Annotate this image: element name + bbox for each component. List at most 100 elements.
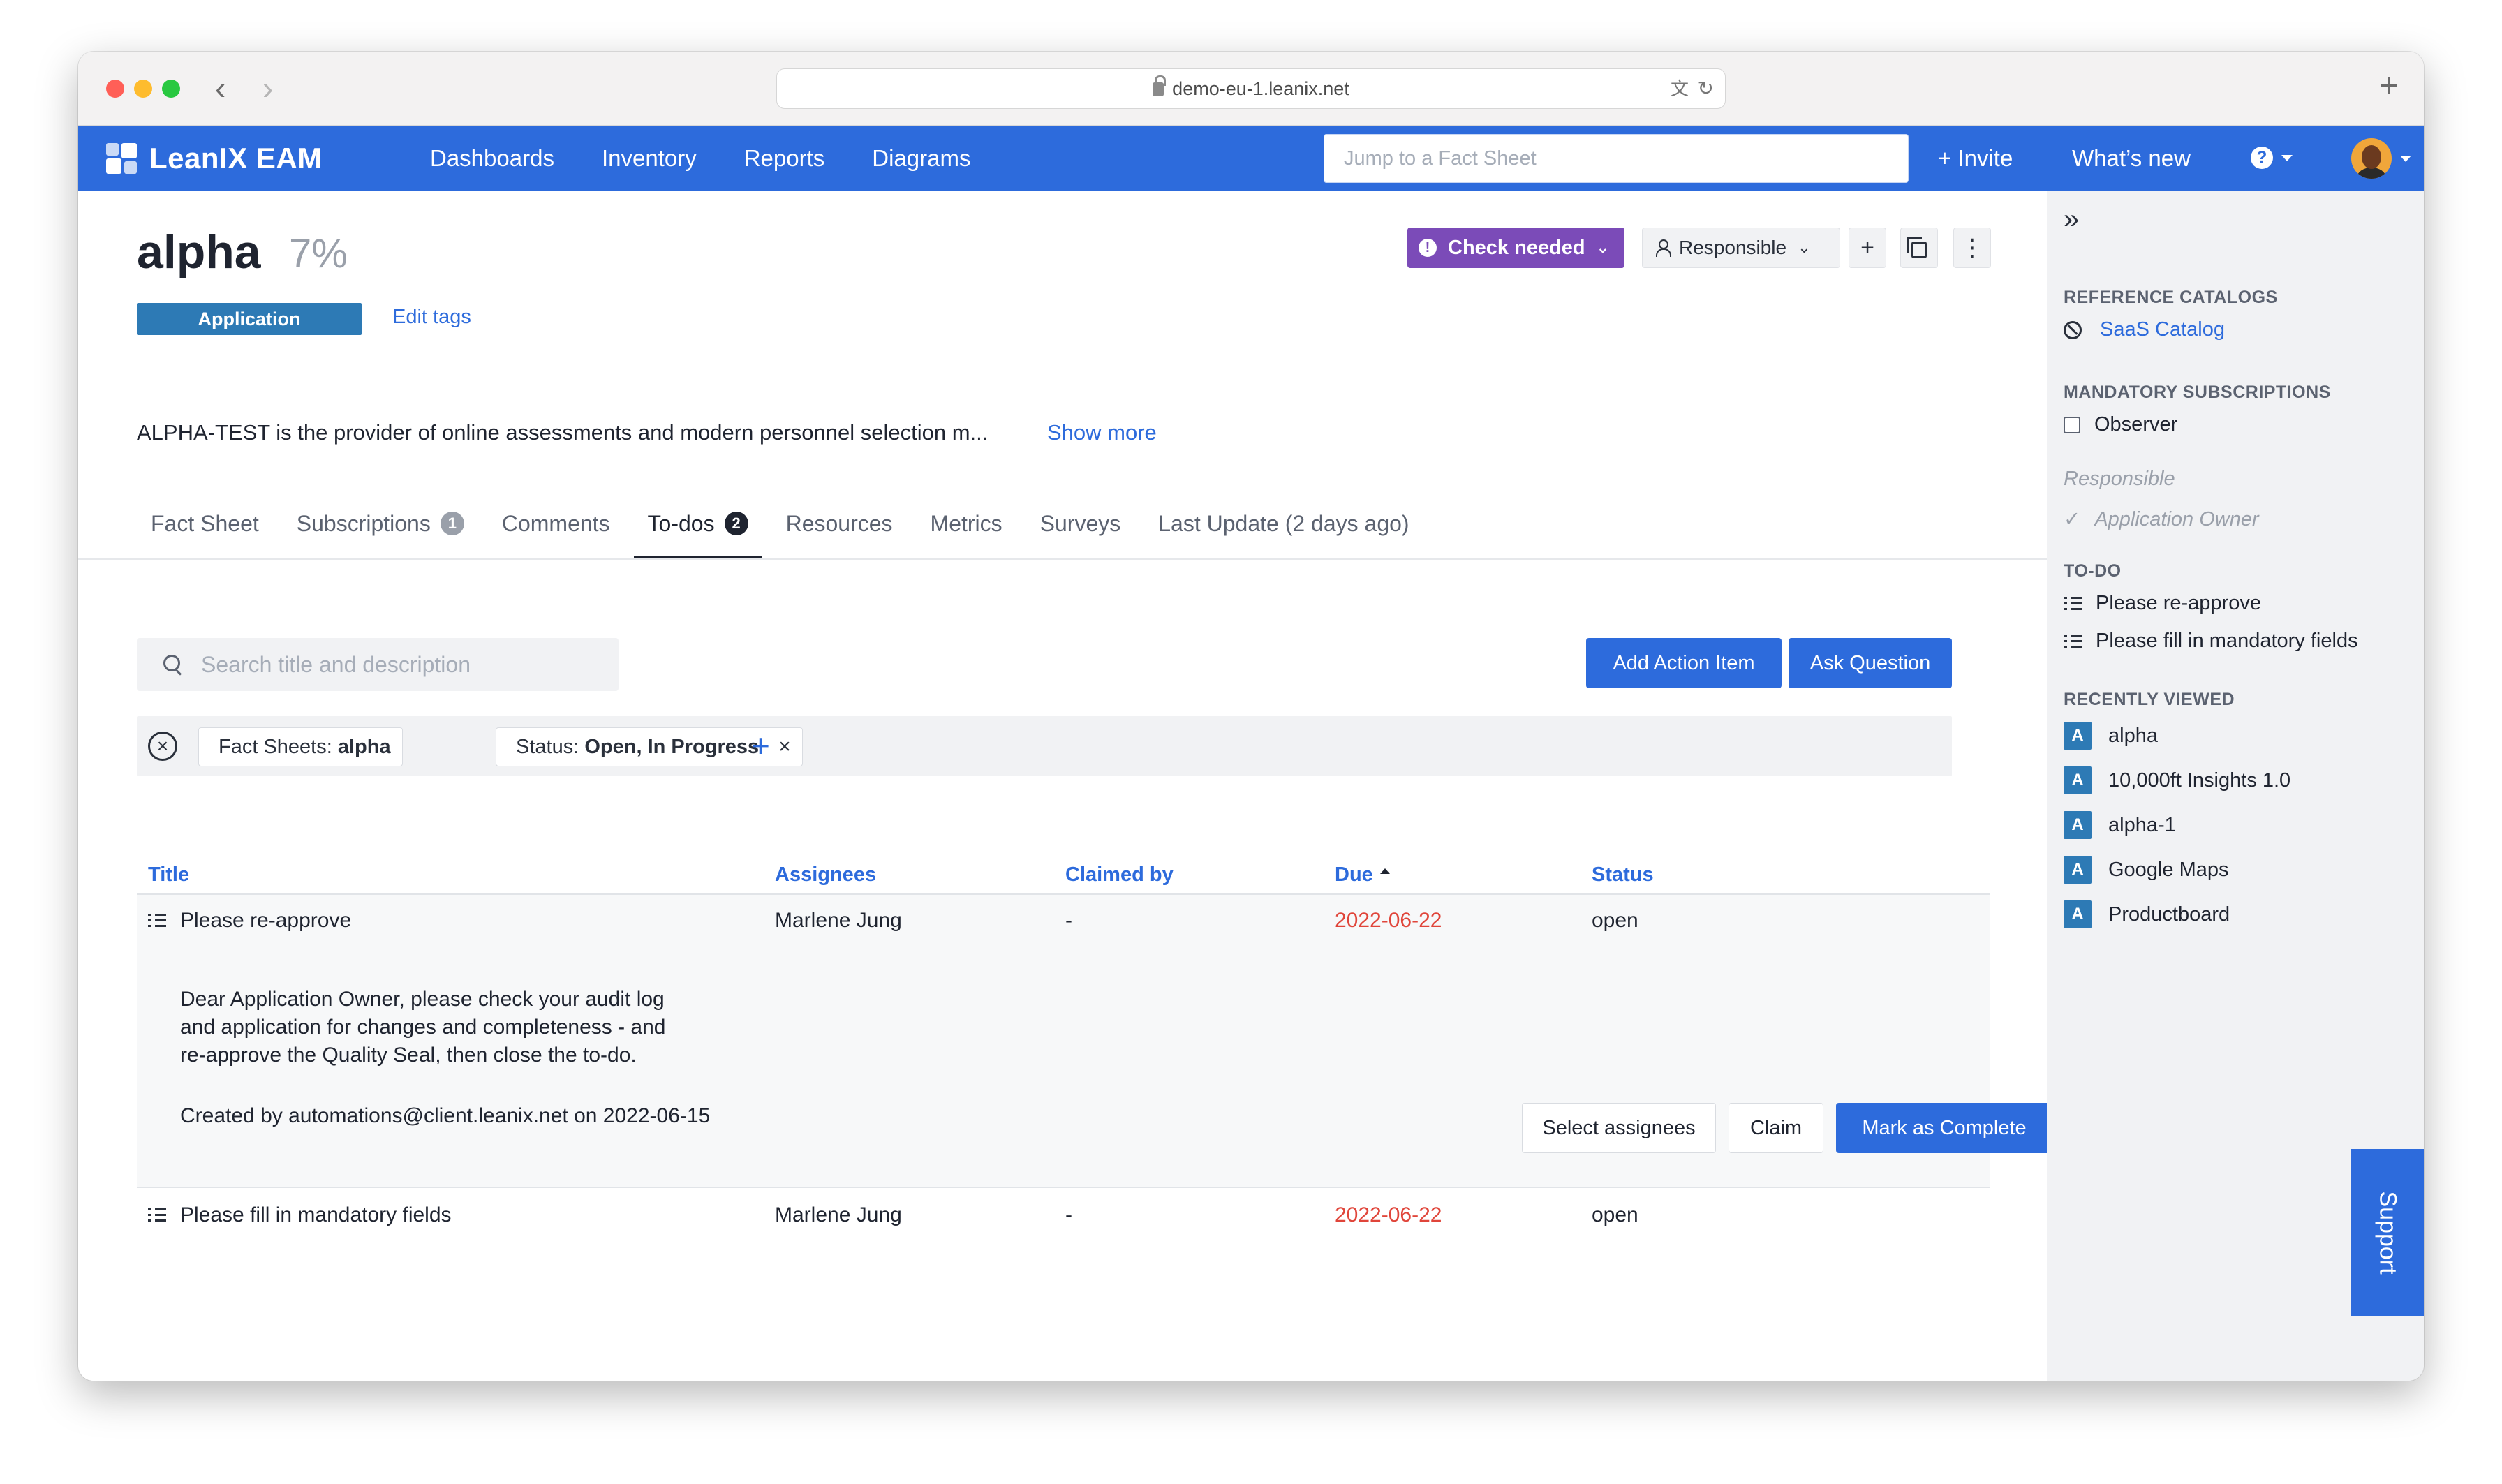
minimize-window-button[interactable] xyxy=(134,80,152,98)
support-button[interactable]: Support xyxy=(2351,1149,2424,1316)
tab-surveys[interactable]: Surveys xyxy=(1026,489,1135,558)
add-action-item-button[interactable]: Add Action Item xyxy=(1586,638,1782,688)
column-due[interactable]: Due xyxy=(1335,854,1390,895)
search-icon xyxy=(163,655,183,674)
saas-catalog-label: SaaS Catalog xyxy=(2100,318,2225,341)
claim-button[interactable]: Claim xyxy=(1729,1103,1823,1153)
tab-metrics[interactable]: Metrics xyxy=(917,489,1016,558)
nav-dashboards[interactable]: Dashboards xyxy=(430,145,554,172)
todo-search-input[interactable]: Search title and description xyxy=(137,638,619,691)
chevron-down-icon: ⌄ xyxy=(1596,239,1610,256)
todo-title[interactable]: Please re-approve xyxy=(148,909,351,933)
recent-item[interactable]: Aalpha-1 xyxy=(2064,811,2176,839)
checklist-icon xyxy=(2064,596,2082,611)
support-label: Support xyxy=(2374,1191,2401,1275)
logo-text: LeanIX EAM xyxy=(149,142,323,175)
tab-comments[interactable]: Comments xyxy=(488,489,624,558)
saas-catalog-link[interactable]: SaaS Catalog xyxy=(2064,318,2225,341)
edit-tags-link[interactable]: Edit tags xyxy=(392,306,471,329)
column-assignees[interactable]: Assignees xyxy=(775,854,876,895)
browser-toolbar: ‹ › demo-eu-1.leanix.net 文 ↻ + xyxy=(78,52,2424,126)
todo-assignees: Marlene Jung xyxy=(775,909,902,932)
application-owner-label: Application Owner xyxy=(2094,508,2259,530)
clear-filters-icon[interactable]: × xyxy=(148,732,177,761)
forward-arrow-icon[interactable]: › xyxy=(262,68,273,107)
todo-title[interactable]: Please fill in mandatory fields xyxy=(148,1203,452,1227)
sidebar-todo-label: Please re-approve xyxy=(2096,592,2261,614)
new-tab-icon[interactable]: + xyxy=(2379,67,2399,106)
url-text: demo-eu-1.leanix.net xyxy=(1172,78,1349,99)
nav-diagrams[interactable]: Diagrams xyxy=(872,145,970,172)
copy-button[interactable] xyxy=(1900,228,1938,268)
tab-label: Fact Sheet xyxy=(151,511,259,536)
recent-item[interactable]: A 10,000ft Insights 1.0 xyxy=(2064,766,2290,794)
tab-label: To-dos xyxy=(647,511,715,536)
table-header: Title Assignees Claimed by Due Status xyxy=(137,854,1990,895)
table-row[interactable]: Please fill in mandatory fields Marlene … xyxy=(137,1189,1990,1245)
todo-title-text: Please fill in mandatory fields xyxy=(180,1203,452,1226)
column-status[interactable]: Status xyxy=(1592,854,1654,895)
application-type-icon: A xyxy=(2064,900,2092,928)
show-more-link[interactable]: Show more xyxy=(1047,420,1157,445)
tab-label: Resources xyxy=(785,511,893,536)
tab-fact-sheet[interactable]: Fact Sheet xyxy=(137,489,273,558)
checkbox-icon[interactable] xyxy=(2064,416,2080,433)
todo-status: open xyxy=(1592,1203,1638,1226)
table-row[interactable]: Please re-approve Marlene Jung - 2022-06… xyxy=(137,895,2052,1188)
more-options-button[interactable]: ⋮ xyxy=(1953,228,1991,268)
mark-as-complete-button[interactable]: Mark as Complete xyxy=(1836,1103,2052,1153)
filter-value: Open, In Progress xyxy=(584,736,760,758)
remove-filter-icon[interactable]: × xyxy=(778,735,791,758)
recent-item[interactable]: Aalpha xyxy=(2064,722,2158,750)
recently-viewed-heading: RECENTLY VIEWED xyxy=(2064,690,2235,709)
collapse-sidebar-icon[interactable]: » xyxy=(2064,204,2079,235)
chevron-down-icon xyxy=(2281,154,2293,161)
ask-question-button[interactable]: Ask Question xyxy=(1789,638,1952,688)
select-assignees-button[interactable]: Select assignees xyxy=(1522,1103,1716,1153)
lock-icon xyxy=(1153,75,1167,96)
back-arrow-icon[interactable]: ‹ xyxy=(215,68,225,107)
translate-icon[interactable]: 文 xyxy=(1671,69,1689,108)
sidebar-todo-item[interactable]: Please re-approve xyxy=(2064,592,2261,615)
user-menu[interactable] xyxy=(2351,138,2411,179)
reload-icon[interactable]: ↻ xyxy=(1698,69,1714,108)
responsible-label: Responsible xyxy=(1679,237,1787,258)
observer-subscription[interactable]: Observer xyxy=(2064,413,2177,436)
maximize-window-button[interactable] xyxy=(162,80,180,98)
observer-label: Observer xyxy=(2094,413,2178,436)
invite-button[interactable]: + Invite xyxy=(1938,126,2013,191)
todo-due-date: 2022-06-22 xyxy=(1335,909,1442,932)
todo-due-date: 2022-06-22 xyxy=(1335,1203,1442,1226)
tab-label: Comments xyxy=(501,511,610,536)
help-menu[interactable]: ? xyxy=(2251,147,2293,169)
close-window-button[interactable] xyxy=(106,80,124,98)
tab-last-update[interactable]: Last Update (2 days ago) xyxy=(1144,489,1423,558)
column-title[interactable]: Title xyxy=(148,854,189,895)
application-type-icon: A xyxy=(2064,811,2092,839)
tab-to-dos[interactable]: To-dos 2 xyxy=(633,489,762,558)
quality-seal-dropdown[interactable]: ! Check needed ⌄ xyxy=(1407,228,1625,268)
nav-reports[interactable]: Reports xyxy=(744,145,825,172)
recent-item[interactable]: A Google Maps xyxy=(2064,856,2229,884)
recent-item-label: alpha xyxy=(2108,724,2158,747)
add-filter-icon[interactable]: + xyxy=(751,726,770,765)
fact-sheet-tabs: Fact Sheet Subscriptions 1 Comments To-do… xyxy=(137,489,1433,558)
check-icon: ✓ xyxy=(2064,508,2081,530)
column-claimed-by[interactable]: Claimed by xyxy=(1065,854,1174,895)
recent-item[interactable]: A Productboard xyxy=(2064,900,2230,928)
leanix-logo[interactable]: LeanIX EAM xyxy=(106,138,323,179)
jump-to-fact-sheet-input[interactable]: Jump to a Fact Sheet xyxy=(1324,134,1909,183)
filter-chip-fact-sheets[interactable]: Fact Sheets: alpha xyxy=(198,727,403,766)
add-button[interactable]: + xyxy=(1849,228,1886,268)
responsible-dropdown[interactable]: Responsible ⌄ xyxy=(1642,228,1840,268)
sidebar-todo-item[interactable]: Please fill in mandatory fields xyxy=(2064,630,2358,653)
tab-label: Subscriptions xyxy=(296,511,431,536)
address-bar[interactable]: demo-eu-1.leanix.net 文 ↻ xyxy=(776,68,1726,109)
todo-claimed-by: - xyxy=(1065,1203,1072,1226)
whats-new-button[interactable]: What’s new xyxy=(2072,126,2191,191)
main-nav: Dashboards Inventory Reports Diagrams xyxy=(430,126,1018,191)
tab-subscriptions[interactable]: Subscriptions 1 xyxy=(283,489,478,558)
nav-inventory[interactable]: Inventory xyxy=(602,145,697,172)
tab-resources[interactable]: Resources xyxy=(772,489,907,558)
quality-seal-label: Check needed xyxy=(1448,236,1585,259)
